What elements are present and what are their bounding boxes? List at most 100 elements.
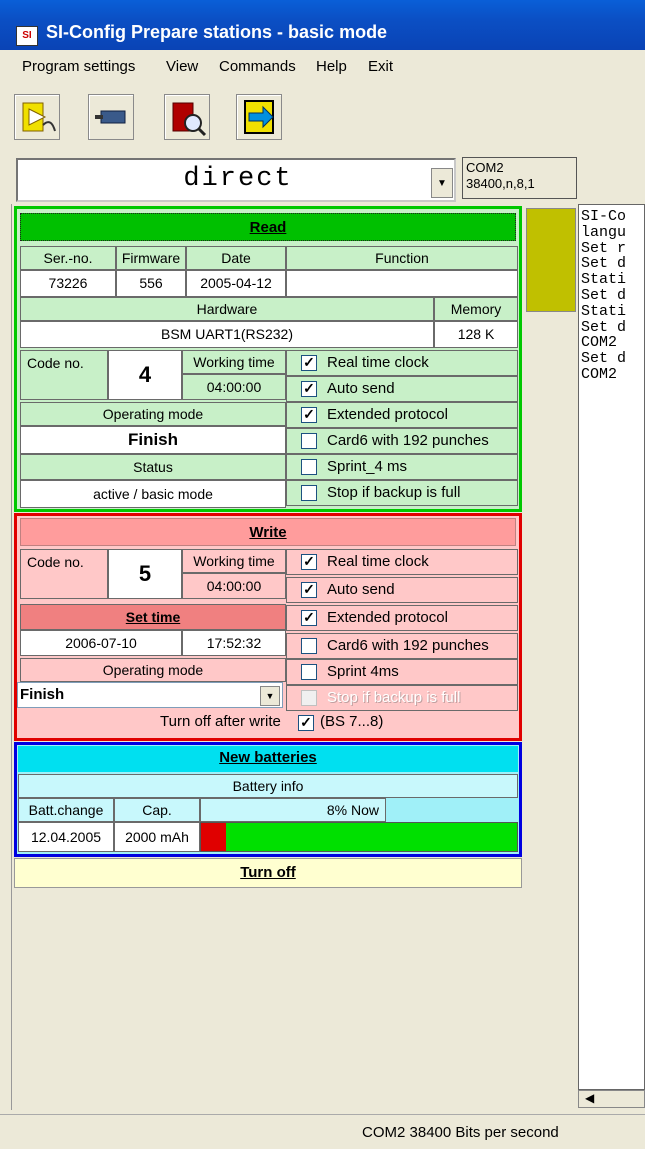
- read-option-checkbox[interactable]: [301, 433, 317, 449]
- write-option-checkbox[interactable]: ✓: [301, 554, 317, 570]
- write-option-checkbox[interactable]: [301, 664, 317, 680]
- write-option-row[interactable]: Card6 with 192 punches: [286, 633, 518, 659]
- write-operating-mode-label: Operating mode: [20, 658, 286, 682]
- memory-value: 128 K: [434, 321, 518, 348]
- new-batteries-button[interactable]: New batteries: [18, 746, 518, 772]
- search-station-button[interactable]: [164, 94, 210, 140]
- hardware-value: BSM UART1(RS232): [20, 321, 434, 348]
- log-line: Set d: [581, 255, 627, 273]
- battery-level-fill: [201, 823, 227, 851]
- write-option-label: Real time clock: [327, 553, 429, 570]
- turn-off-label: Turn off: [240, 864, 296, 881]
- write-operating-mode-select[interactable]: Finish ▼: [17, 682, 283, 708]
- battery-now-label: 8% Now: [200, 798, 386, 822]
- read-option-row[interactable]: Sprint_4 ms: [286, 454, 518, 480]
- read-working-time-value: 04:00:00: [182, 374, 286, 400]
- batt-change-value: 12.04.2005: [18, 822, 114, 852]
- write-working-time-label: Working time: [182, 549, 286, 573]
- menu-commands[interactable]: Commands: [219, 58, 296, 75]
- connection-mode-value: direct: [183, 164, 293, 194]
- write-option-checkbox[interactable]: ✓: [301, 582, 317, 598]
- read-code-no-label: Code no.: [20, 350, 108, 400]
- read-option-label: Auto send: [327, 380, 395, 397]
- log-line: SI-Co: [581, 208, 627, 225]
- log-line: Set d: [581, 318, 627, 336]
- read-option-checkbox[interactable]: ✓: [301, 381, 317, 397]
- menu-help[interactable]: Help: [316, 58, 347, 75]
- log-line: Stati: [581, 271, 627, 289]
- write-option-row[interactable]: Stop if backup is full: [286, 685, 518, 711]
- menu-view[interactable]: View: [166, 58, 198, 75]
- search-station-icon: [172, 102, 207, 137]
- log-line: Set d: [581, 286, 627, 304]
- set-date-input[interactable]: 2006-07-10: [20, 630, 182, 656]
- read-option-checkbox[interactable]: [301, 485, 317, 501]
- title-bar: SI SI-Config Prepare stations - basic mo…: [0, 0, 645, 50]
- write-option-label: Auto send: [327, 581, 395, 598]
- date-value: 2005-04-12: [186, 270, 286, 297]
- read-working-time-label: Working time: [182, 350, 286, 374]
- turn-off-after-write-label: Turn off after write: [160, 713, 281, 730]
- chevron-down-icon[interactable]: ▼: [260, 686, 280, 706]
- read-option-row[interactable]: ✓ Extended protocol: [286, 402, 518, 428]
- set-time-button[interactable]: Set time: [20, 604, 286, 630]
- log-line: Stati: [581, 302, 627, 320]
- read-option-label: Stop if backup is full: [327, 484, 461, 501]
- write-code-no-label: Code no.: [20, 549, 108, 599]
- write-option-checkbox[interactable]: [301, 690, 317, 706]
- date-label: Date: [186, 246, 286, 270]
- write-button[interactable]: Write: [20, 518, 516, 546]
- write-option-row[interactable]: ✓ Auto send: [286, 577, 518, 603]
- write-code-no-input[interactable]: 5: [108, 549, 182, 599]
- write-option-row[interactable]: ✓ Extended protocol: [286, 605, 518, 631]
- connection-mode-select[interactable]: direct: [16, 158, 456, 202]
- write-option-checkbox[interactable]: ✓: [301, 610, 317, 626]
- firmware-value: 556: [116, 270, 186, 297]
- read-option-row[interactable]: ✓ Auto send: [286, 376, 518, 402]
- read-operating-mode-label: Operating mode: [20, 402, 286, 426]
- read-option-checkbox[interactable]: [301, 459, 317, 475]
- write-option-label: Stop if backup is full: [327, 689, 461, 706]
- function-label: Function: [286, 246, 518, 270]
- cap-value: 2000 mAh: [114, 822, 200, 852]
- log-line: COM2: [581, 365, 618, 383]
- read-option-row[interactable]: ✓ Real time clock: [286, 350, 518, 376]
- turn-off-after-write-suffix: (BS 7...8): [320, 713, 384, 730]
- function-value: [286, 270, 518, 297]
- read-station-button[interactable]: [14, 94, 60, 140]
- write-option-row[interactable]: Sprint 4ms: [286, 659, 518, 685]
- com-settings-label: 38400,n,8,1: [466, 176, 535, 191]
- write-working-time-input[interactable]: 04:00:00: [182, 573, 286, 599]
- battery-level-bar: [200, 822, 518, 852]
- set-time-input[interactable]: 17:52:32: [182, 630, 286, 656]
- read-option-label: Card6 with 192 punches: [327, 432, 489, 449]
- chevron-down-icon[interactable]: ▼: [431, 168, 453, 198]
- status-indicator-block: [526, 208, 576, 312]
- write-option-checkbox[interactable]: [301, 638, 317, 654]
- read-option-row[interactable]: Stop if backup is full: [286, 480, 518, 506]
- read-option-checkbox[interactable]: ✓: [301, 407, 317, 423]
- read-operating-mode-value: Finish: [20, 426, 286, 454]
- batt-change-label: Batt.change: [18, 798, 114, 822]
- write-option-label: Extended protocol: [327, 609, 448, 626]
- write-option-row[interactable]: ✓ Real time clock: [286, 549, 518, 575]
- turn-off-button[interactable]: Turn off: [14, 858, 522, 888]
- read-button[interactable]: Read: [20, 213, 516, 241]
- exit-button[interactable]: [236, 94, 282, 140]
- cap-label: Cap.: [114, 798, 200, 822]
- read-option-checkbox[interactable]: ✓: [301, 355, 317, 371]
- memory-label: Memory: [434, 297, 518, 321]
- si-station-button[interactable]: [88, 94, 134, 140]
- read-option-row[interactable]: Card6 with 192 punches: [286, 428, 518, 454]
- menu-bar: Program settings View Commands Help Exit: [0, 54, 645, 84]
- menu-exit[interactable]: Exit: [368, 58, 393, 75]
- read-option-label: Sprint_4 ms: [327, 458, 408, 475]
- read-option-label: Real time clock: [327, 354, 429, 371]
- turn-off-after-write-checkbox[interactable]: ✓: [298, 715, 314, 731]
- write-operating-mode-value: Finish: [20, 686, 65, 703]
- battery-info-label: Battery info: [18, 774, 518, 798]
- read-code-no-value: 4: [108, 350, 182, 400]
- scroll-left-icon[interactable]: ◀: [585, 1091, 594, 1105]
- log-hscrollbar[interactable]: ◀: [578, 1090, 645, 1108]
- menu-program-settings[interactable]: Program settings: [22, 58, 135, 75]
